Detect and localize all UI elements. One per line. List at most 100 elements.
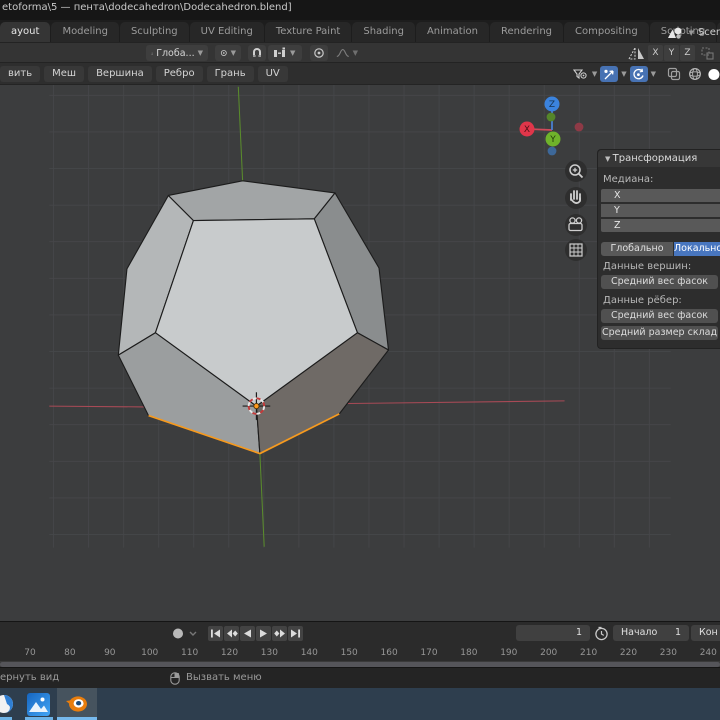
show-overlays-toggle[interactable] (629, 66, 648, 82)
transform-panel-header[interactable]: ▼ Трансформация (598, 150, 720, 167)
mean-bevel-weight-edge-button[interactable]: Средний вес фасок (601, 309, 718, 323)
gizmo-y-ball[interactable]: Y (545, 131, 561, 147)
blender-taskbar-button[interactable] (57, 688, 97, 720)
ruler-frame-label: 100 (141, 648, 159, 658)
panel-title: Трансформация (612, 153, 698, 164)
median-y-field[interactable]: Y (601, 204, 720, 217)
jump-to-end-button[interactable] (288, 626, 303, 641)
mirror-y-button[interactable]: Y (664, 45, 679, 61)
ruler-frame-label: 220 (619, 648, 638, 658)
play-button[interactable] (256, 626, 271, 641)
magnet-icon (253, 48, 261, 57)
clock-icon (595, 626, 608, 641)
mirror-icon (628, 47, 644, 60)
prev-keyframe-button[interactable] (224, 626, 239, 641)
workspace-tab-sculpting[interactable]: Sculpting (119, 22, 189, 42)
workspace-tab-ayout[interactable]: ayout (0, 22, 51, 42)
space-global-button[interactable]: Глобально (601, 242, 673, 256)
collapse-triangle-icon: ▼ (605, 155, 613, 163)
current-frame-field[interactable]: 1 (516, 625, 590, 641)
zoom-button[interactable] (565, 160, 587, 182)
pan-button[interactable] (565, 187, 587, 209)
ruler-frame-label: 120 (220, 648, 239, 658)
perspective-toggle-button[interactable] (565, 239, 587, 261)
workspace-tab-uv-editing[interactable]: UV Editing (189, 22, 264, 42)
proportional-editing-toggle[interactable] (310, 45, 328, 61)
orientation-icon (151, 52, 154, 55)
shading-wireframe-button[interactable] (686, 66, 704, 82)
snap-toggle[interactable] (248, 45, 266, 61)
workspace-tab-shading[interactable]: Shading (352, 22, 415, 42)
show-gizmo-toggle[interactable] (600, 66, 619, 82)
y-axis-line-top (237, 86, 244, 181)
chevron-down-icon: ▼ (197, 49, 203, 57)
gizmo-z-ball[interactable]: Z (544, 96, 560, 112)
workspace-tab-texture-paint[interactable]: Texture Paint (264, 22, 352, 42)
gizmo-x-ball[interactable]: X (519, 121, 535, 137)
viewport-menu-0[interactable]: вить (0, 65, 41, 82)
gizmo-axis-dot-red-neg[interactable] (574, 122, 584, 132)
camera-view-button[interactable] (565, 214, 587, 236)
workspace-tab-animation[interactable]: Animation (415, 22, 489, 42)
timeline-ruler[interactable]: 70 80 90 100 110 120 130 140 150 160 170 180 190 200 2… (0, 646, 720, 661)
workspace-tab-compositing[interactable]: Compositing (564, 22, 649, 42)
ruler-frame-label: 90 (104, 648, 116, 658)
median-x-field[interactable]: X (601, 189, 720, 202)
mirror-x-button[interactable]: X (648, 45, 663, 61)
transform-panel: ▼ Трансформация Медиана: X Y Z Глобально… (597, 149, 720, 349)
chevron-down-icon[interactable]: ▼ (651, 70, 656, 78)
visibility-filter-icon (572, 69, 587, 80)
jump-to-start-button[interactable] (208, 626, 223, 641)
snap-with-dropdown[interactable]: ▼ (268, 45, 302, 61)
gizmo-icon (604, 69, 614, 79)
median-z-field[interactable]: Z (601, 219, 720, 232)
space-local-button[interactable]: Локально (674, 242, 720, 256)
mean-bevel-weight-vertex-button[interactable]: Средний вес фасок (601, 275, 718, 289)
mean-crease-button[interactable]: Средний размер склад (601, 326, 718, 340)
frame-start-field[interactable]: Начало 1 (613, 625, 689, 641)
pivot-icon (220, 50, 227, 56)
chevron-down-icon: ▼ (230, 49, 236, 57)
pivot-point-dropdown[interactable]: ▼ (215, 45, 241, 61)
object-visibility-dropdown[interactable] (571, 66, 589, 82)
viewport-menu-4[interactable]: Грань (206, 65, 254, 82)
svg-text:Z: Z (549, 100, 555, 110)
object-origin-dot (253, 403, 260, 410)
status-left-hint: ернуть вид (0, 672, 60, 683)
ruler-frame-label: 160 (380, 648, 398, 658)
xray-toggle[interactable] (665, 66, 683, 82)
photos-taskbar-icon[interactable] (27, 693, 50, 716)
falloff-curve-icon (336, 49, 349, 57)
ruler-frame-label: 190 (500, 648, 518, 658)
viewport-3d[interactable]: вить Меш Вершина Ребро Грань UV ▼ ▼ ▼ Z … (0, 63, 720, 621)
status-menu-hint: Вызвать меню (186, 672, 262, 683)
chevron-down-icon[interactable]: ▼ (621, 70, 626, 78)
ruler-frame-label: 170 (420, 648, 438, 658)
viewport-menu-2[interactable]: Вершина (88, 65, 152, 82)
viewport-menu-3[interactable]: Ребро (155, 65, 203, 82)
tool-settings-bar: Глоба... ▼ ▼ ▼ ▼ X Y Z (0, 42, 720, 63)
viewport-menu-5[interactable]: UV (257, 65, 288, 82)
mirror-z-button[interactable]: Z (680, 45, 695, 61)
play-reverse-button[interactable] (240, 626, 255, 641)
navigation-gizmo[interactable]: Z X Y (502, 89, 602, 169)
playback-controls (170, 626, 304, 641)
next-keyframe-button[interactable] (272, 626, 287, 641)
chevron-down-icon[interactable]: ▼ (592, 70, 597, 78)
workspace-tab-modeling[interactable]: Modeling (51, 22, 119, 42)
ruler-frame-label: 210 (580, 648, 598, 658)
shading-solid-button[interactable] (707, 66, 720, 82)
workspace-tab-rendering[interactable]: Rendering (489, 22, 564, 42)
gizmo-axis-dot-green[interactable] (546, 112, 556, 122)
blender-icon (66, 696, 87, 712)
viewport-menu-1[interactable]: Меш (44, 65, 85, 82)
transform-orientation-dropdown[interactable]: Глоба... ▼ (146, 45, 208, 61)
gizmo-axis-dot-blue-neg[interactable] (547, 146, 557, 156)
correct-face-attributes-icon[interactable] (700, 46, 715, 61)
record-button[interactable] (170, 626, 200, 641)
browser-taskbar-icon[interactable] (0, 694, 14, 714)
frame-end-field[interactable]: Кон (691, 625, 720, 641)
ruler-frame-label: 130 (260, 648, 278, 658)
scene-selector[interactable]: ▼ Scer (665, 24, 720, 41)
falloff-dropdown[interactable]: ▼ (331, 45, 363, 61)
